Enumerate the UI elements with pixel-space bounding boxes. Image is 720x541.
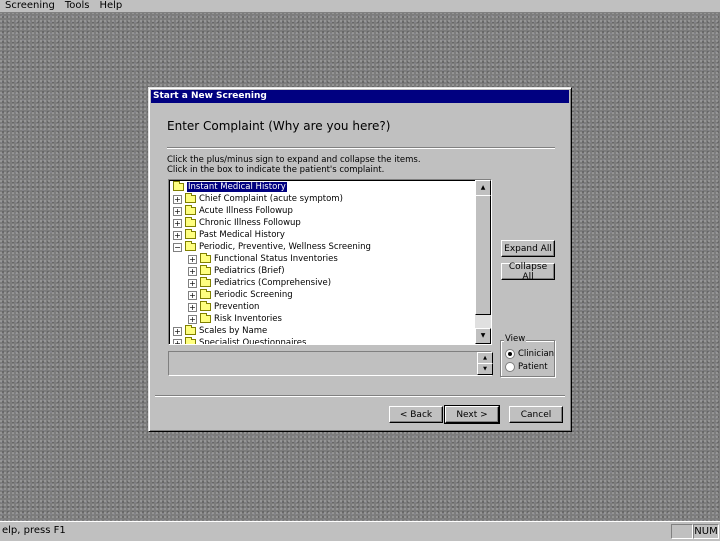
expand-plus-icon[interactable]: + [173,338,182,344]
tree-item[interactable]: − Periodic, Preventive, Wellness Screenin… [173,241,371,253]
tree-item-label: Risk Inventories [214,314,282,324]
expand-plus-icon[interactable]: + [188,278,197,288]
tree-item-label: Prevention [214,302,260,312]
tree-item[interactable]: + Past Medical History [173,229,285,241]
tree-item-label: Periodic Screening [214,290,293,300]
tree-item-label: Chronic Illness Followup [199,218,301,228]
folder-icon [185,217,196,227]
folder-icon [200,289,211,299]
tree-item-label: Acute Illness Followup [199,206,293,216]
scroll-up-icon[interactable]: ▲ [475,180,491,196]
expand-all-button[interactable]: Expand All [501,240,555,257]
menu-bar: Screening Tools Help [0,0,720,13]
instruction-line-2: Click in the box to indicate the patient… [167,165,385,175]
dialog-title: Start a New Screening [151,90,569,103]
tree-item-label: Past Medical History [199,230,285,240]
tree-item-label: Scales by Name [199,326,268,336]
radio-clinician[interactable] [505,349,515,359]
tree-item[interactable]: + Specialist Questionnaires [173,337,306,344]
folder-icon [200,277,211,287]
next-button[interactable]: Next > [444,405,500,424]
complaint-tree[interactable]: Instant Medical History + Chief Complaint … [168,179,492,345]
folder-icon [185,205,196,215]
expand-plus-icon[interactable]: + [173,230,182,240]
expand-plus-icon[interactable]: + [173,218,182,228]
menu-help[interactable]: Help [94,0,127,12]
view-option-clinician-label: Clinician [518,349,555,359]
tree-item[interactable]: + Pediatrics (Comprehensive) [188,277,331,289]
heading-divider [167,147,555,149]
expand-plus-icon[interactable]: + [188,254,197,264]
folder-icon [185,325,196,335]
tree-item-label: Functional Status Inventories [214,254,338,264]
status-bar: elp, press F1 NUM [0,521,720,541]
tree-item-label: Instant Medical History [187,182,287,192]
tree-item-label: Pediatrics (Brief) [214,266,285,276]
page-title: Enter Complaint (Why are you here?) [167,119,391,133]
tree-item[interactable]: + Prevention [188,301,259,313]
view-option-patient[interactable]: Patient [505,362,548,372]
start-screening-dialog: Start a New Screening Enter Complaint (W… [148,87,572,432]
complaint-detail-box[interactable]: ▲ ▼ [168,351,493,376]
expand-plus-icon[interactable]: + [173,206,182,216]
status-pane-empty [671,524,693,539]
expand-plus-icon[interactable]: + [188,290,197,300]
status-message: elp, press F1 [2,525,66,536]
collapse-all-button[interactable]: Collapse All [501,262,555,282]
num-lock-indicator: NUM [693,524,719,539]
tree-items: Instant Medical History + Chief Complaint … [169,180,475,344]
scroll-thumb[interactable] [475,195,491,315]
tree-item-label: Chief Complaint (acute symptom) [199,194,343,204]
footer-divider [155,395,565,397]
view-option-clinician[interactable]: Clinician [505,349,554,359]
tree-vertical-scrollbar[interactable]: ▲ ▼ [475,180,491,344]
folder-icon [200,265,211,275]
folder-icon [185,337,196,344]
detail-scroll-down-icon[interactable]: ▼ [477,363,493,375]
tree-item[interactable]: + Chief Complaint (acute symptom) [173,193,343,205]
folder-icon [185,241,196,251]
view-group-title: View [504,334,527,344]
tree-item[interactable]: Instant Medical History [173,181,287,193]
cancel-button[interactable]: Cancel [509,406,563,423]
expand-plus-icon[interactable]: + [188,266,197,276]
folder-icon [200,301,211,311]
scroll-down-icon[interactable]: ▼ [475,328,491,344]
tree-item-label: Periodic, Preventive, Wellness Screening [199,242,371,252]
menu-screening[interactable]: Screening [0,0,60,12]
tree-item-label: Pediatrics (Comprehensive) [214,278,332,288]
folder-icon [185,193,196,203]
back-button[interactable]: < Back [389,406,443,423]
expand-plus-icon[interactable]: + [173,194,182,204]
folder-icon [200,253,211,263]
folder-icon [200,313,211,323]
view-group: View Clinician Patient [500,334,555,377]
instruction-line-1: Click the plus/minus sign to expand and … [167,155,421,165]
tree-item[interactable]: + Scales by Name [173,325,267,337]
tree-item[interactable]: + Pediatrics (Brief) [188,265,285,277]
tree-item[interactable]: + Risk Inventories [188,313,282,325]
menu-tools[interactable]: Tools [60,0,95,12]
tree-item[interactable]: + Functional Status Inventories [188,253,338,265]
tree-item[interactable]: + Chronic Illness Followup [173,217,301,229]
tree-item[interactable]: + Periodic Screening [188,289,293,301]
folder-icon [185,229,196,239]
expand-plus-icon[interactable]: + [188,302,197,312]
radio-patient[interactable] [505,362,515,372]
expand-plus-icon[interactable]: + [173,326,182,336]
tree-item-label: Specialist Questionnaires [199,338,307,344]
expand-plus-icon[interactable]: + [188,314,197,324]
tree-item[interactable]: + Acute Illness Followup [173,205,293,217]
collapse-minus-icon[interactable]: − [173,242,182,252]
folder-icon [173,181,184,191]
view-option-patient-label: Patient [518,362,548,372]
